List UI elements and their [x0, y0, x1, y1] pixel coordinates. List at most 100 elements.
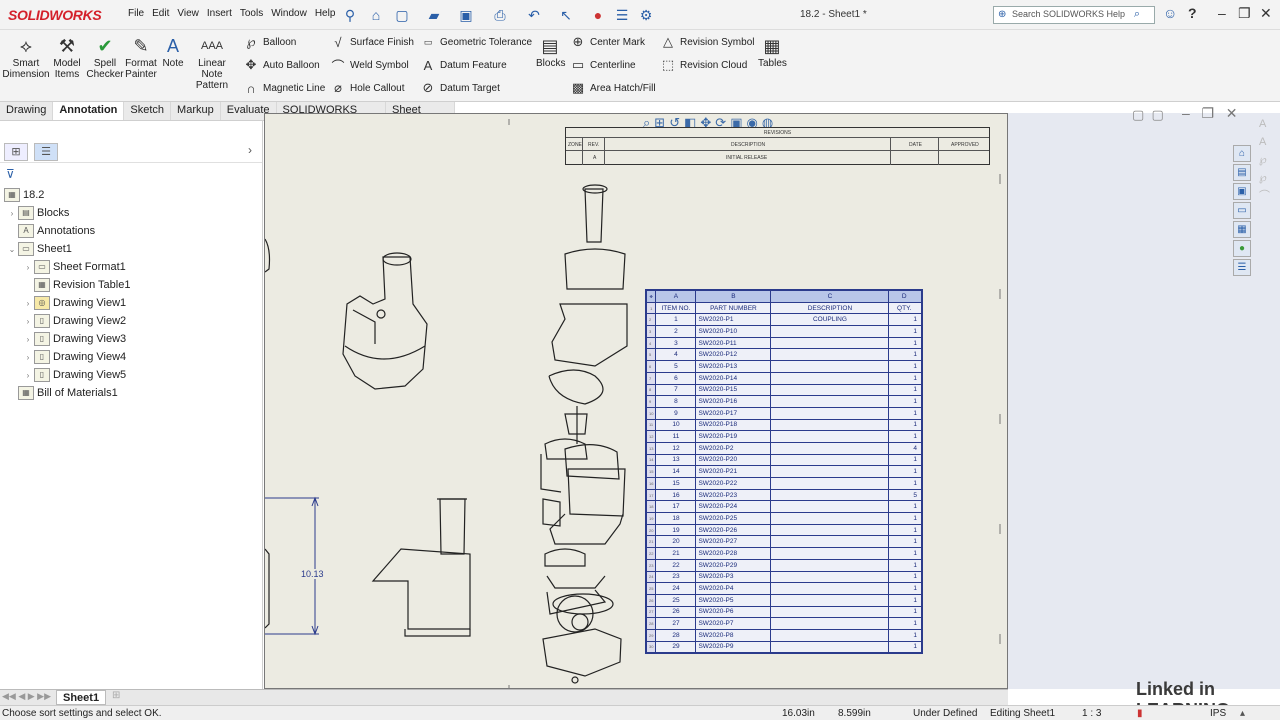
table-row[interactable]: 23 22 SW2020-P29 1 — [645, 558, 922, 572]
description-cell[interactable] — [770, 512, 890, 525]
expand-icon[interactable]: › — [6, 209, 18, 218]
add-sheet-icon[interactable]: ⊞ — [112, 690, 120, 701]
part-number-cell[interactable]: SW2020-P27 — [695, 535, 772, 549]
table-row[interactable]: 18 17 SW2020-P24 1 — [645, 500, 922, 514]
part-number-cell[interactable]: SW2020-P13 — [695, 360, 772, 373]
print-icon[interactable]: ⎙ — [490, 5, 510, 25]
item-no-cell[interactable]: 4 — [655, 348, 697, 362]
table-row[interactable]: 26 25 SW2020-P5 1 — [645, 593, 922, 607]
tab-sketch[interactable]: Sketch — [124, 102, 172, 120]
menu-edit[interactable]: Edit — [152, 8, 169, 19]
home-icon[interactable]: ⌂ — [1233, 145, 1251, 162]
help-icon[interactable]: ? — [1188, 5, 1197, 21]
editing-status[interactable]: Editing Sheet1 — [990, 708, 1055, 719]
item-no-cell[interactable]: 19 — [655, 523, 697, 537]
item-no-cell[interactable]: 17 — [655, 500, 697, 514]
resources-icon[interactable]: ▤ — [1233, 164, 1251, 181]
magnetic-line-button[interactable]: ∩ Magnetic Line — [243, 79, 325, 97]
qty-cell[interactable]: 1 — [888, 336, 922, 350]
appearances-icon[interactable]: ● — [1233, 240, 1251, 257]
table-row[interactable]: 8 7 SW2020-P15 1 — [645, 383, 922, 397]
table-row[interactable]: 21 20 SW2020-P27 1 — [645, 535, 922, 549]
table-row[interactable]: 27 26 SW2020-P6 1 — [645, 605, 922, 619]
expand-icon[interactable]: › — [22, 317, 34, 326]
item-no-cell[interactable]: 9 — [655, 406, 697, 420]
item-no-cell[interactable]: 1 — [655, 313, 697, 327]
table-row[interactable]: 24 23 SW2020-P3 1 — [645, 570, 922, 584]
qty-cell[interactable]: 1 — [888, 453, 922, 467]
qty-cell[interactable]: 1 — [888, 512, 922, 525]
rebuild-icon[interactable]: ● — [588, 5, 608, 25]
part-number-cell[interactable]: SW2020-P11 — [695, 336, 772, 350]
blocks-button[interactable]: ▤ Blocks — [536, 34, 565, 69]
item-no-cell[interactable]: 24 — [655, 582, 697, 595]
qty-cell[interactable]: 1 — [888, 617, 922, 630]
qty-cell[interactable]: 1 — [888, 582, 922, 595]
table-row[interactable]: 9 8 SW2020-P16 1 — [645, 395, 922, 408]
feature-manager-tab-icon[interactable]: ⊞ — [4, 143, 28, 161]
property-manager-tab-icon[interactable]: ☰ — [34, 143, 58, 161]
revision-symbol-button[interactable]: △ Revision Symbol — [660, 33, 754, 51]
part-number-cell[interactable]: SW2020-P1 — [695, 313, 772, 327]
description-cell[interactable] — [770, 535, 890, 549]
part-number-cell[interactable]: SW2020-P18 — [695, 418, 772, 432]
qty-cell[interactable]: 1 — [888, 570, 922, 584]
item-no-cell[interactable]: 27 — [655, 617, 697, 630]
menu-window[interactable]: Window — [271, 8, 307, 19]
table-row[interactable]: 22 21 SW2020-P28 1 — [645, 547, 922, 560]
qty-cell[interactable]: 1 — [888, 558, 922, 572]
part-number-cell[interactable]: SW2020-P19 — [695, 430, 772, 443]
surface-finish-button[interactable]: √ Surface Finish — [330, 33, 414, 51]
linear-note-pattern-button[interactable]: AAA Linear Note Pattern — [187, 34, 237, 91]
menu-tools[interactable]: Tools — [240, 8, 263, 19]
part-number-cell[interactable]: SW2020-P10 — [695, 325, 772, 338]
table-row[interactable]: 12 11 SW2020-P19 1 — [645, 430, 922, 443]
description-cell[interactable] — [770, 570, 890, 584]
revision-cloud-button[interactable]: ⬚ Revision Cloud — [660, 56, 754, 74]
table-row[interactable]: 11 10 SW2020-P18 1 — [645, 418, 922, 432]
table-row[interactable]: 14 13 SW2020-P20 1 — [645, 453, 922, 467]
item-no-cell[interactable]: 3 — [655, 336, 697, 350]
qty-cell[interactable]: 1 — [888, 465, 922, 478]
item-no-cell[interactable]: 21 — [655, 547, 697, 560]
part-number-cell[interactable]: SW2020-P12 — [695, 348, 772, 362]
tile-icon[interactable]: ▢ — [1152, 107, 1164, 122]
minimize-icon[interactable]: – — [1182, 105, 1190, 121]
part-number-cell[interactable]: SW2020-P26 — [695, 523, 772, 537]
tree-item-blocks[interactable]: › ▤ Blocks — [2, 204, 260, 222]
tree-root[interactable]: ▦ 18.2 — [2, 186, 260, 204]
unit-system[interactable]: IPS — [1210, 708, 1226, 719]
item-no-cell[interactable]: 5 — [655, 360, 697, 373]
description-cell[interactable] — [770, 336, 890, 350]
description-cell[interactable] — [770, 628, 890, 642]
qty-cell[interactable]: 5 — [888, 488, 922, 502]
part-number-cell[interactable]: SW2020-P20 — [695, 453, 772, 467]
tree-item-drawing-view1[interactable]: › ◎ Drawing View1 — [2, 294, 260, 312]
expand-icon[interactable]: › — [22, 371, 34, 380]
user-icon[interactable]: ☺ — [1163, 5, 1177, 21]
model-items-button[interactable]: ⚒ Model Items — [52, 34, 82, 80]
expand-icon[interactable]: › — [22, 335, 34, 344]
description-cell[interactable] — [770, 523, 890, 537]
sheet-nav-icons[interactable]: ◀◀ ◀ ▶ ▶▶ — [2, 691, 51, 702]
tables-button[interactable]: ▦ Tables — [758, 34, 787, 69]
expand-icon[interactable]: › — [22, 353, 34, 362]
description-cell[interactable] — [770, 582, 890, 595]
close-icon[interactable]: ✕ — [1260, 5, 1272, 22]
part-number-cell[interactable]: SW2020-P24 — [695, 500, 772, 514]
part-number-cell[interactable]: SW2020-P21 — [695, 465, 772, 478]
sheet-scale[interactable]: 1 : 3 — [1082, 708, 1101, 719]
qty-cell[interactable]: 1 — [888, 383, 922, 397]
save-icon[interactable]: ▣ — [456, 5, 476, 25]
qty-cell[interactable]: 1 — [888, 371, 922, 385]
table-row[interactable]: 6 5 SW2020-P13 1 — [645, 360, 922, 373]
part-number-cell[interactable]: SW2020-P28 — [695, 547, 772, 560]
description-cell[interactable] — [770, 360, 890, 373]
description-cell[interactable] — [770, 395, 890, 408]
description-cell[interactable] — [770, 465, 890, 478]
geometric-tolerance-button[interactable]: ▭ Geometric Tolerance — [420, 33, 532, 51]
description-cell[interactable] — [770, 593, 890, 607]
table-row[interactable]: 29 28 SW2020-P8 1 — [645, 628, 922, 642]
description-cell[interactable] — [770, 500, 890, 514]
restore-icon[interactable]: ❐ — [1238, 5, 1251, 22]
